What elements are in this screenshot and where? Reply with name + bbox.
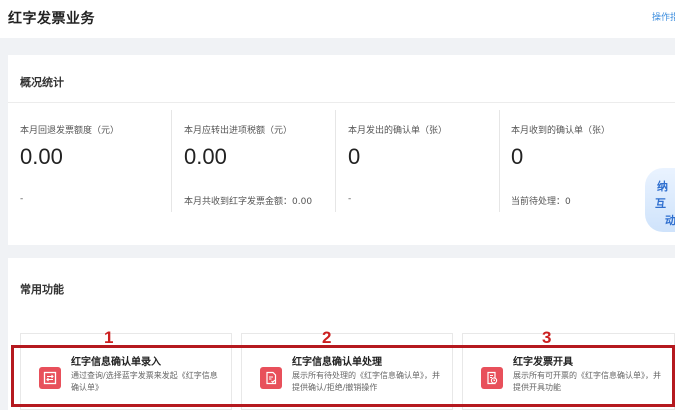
stat-value: 0.00 — [184, 144, 227, 169]
stat-returned-quota: 本月回退发票额度（元） 0.00 - — [20, 110, 170, 225]
annotation-highlight-frame — [11, 345, 675, 407]
stat-separator — [171, 110, 172, 212]
stat-label: 本月回退发票额度（元） — [20, 126, 120, 136]
stats-card: 概况统计 本月回退发票额度（元） 0.00 - 本月应转出进项税额（元） 0.0… — [8, 55, 675, 245]
stat-label: 本月收到的确认单（张） — [511, 126, 611, 136]
stat-label: 本月发出的确认单（张） — [348, 126, 448, 136]
functions-section-title: 常用功能 — [20, 283, 64, 296]
page-title: 红字发票业务 — [8, 11, 95, 27]
stat-sent-confirmations: 本月发出的确认单（张） 0 - — [348, 110, 498, 225]
stat-value: 0 — [511, 144, 524, 169]
stat-value: 0.00 — [20, 144, 63, 169]
stat-footer: - — [348, 194, 352, 204]
widget-text: 互 — [655, 197, 666, 210]
divider — [8, 102, 675, 103]
stat-input-tax-transfer: 本月应转出进项税额（元） 0.00 本月共收到红字发票金额：0.00 — [184, 110, 334, 225]
widget-text: 动 — [665, 214, 675, 227]
stat-label: 本月应转出进项税额（元） — [184, 126, 293, 136]
stat-footer: 本月共收到红字发票金额：0.00 — [184, 197, 313, 207]
stats-section-title: 概况统计 — [20, 76, 64, 89]
stat-footer: 当前待处理：0 — [511, 197, 571, 207]
stat-separator — [335, 110, 336, 212]
stat-received-confirmations: 本月收到的确认单（张） 0 当前待处理：0 — [511, 110, 661, 225]
stat-value: 0 — [348, 144, 361, 169]
stat-separator — [499, 110, 500, 212]
widget-text: 纳 — [657, 180, 668, 193]
stat-footer: - — [20, 194, 24, 204]
operation-guide-link[interactable]: 操作指 — [652, 10, 675, 23]
floating-assistant-widget[interactable]: 纳 互 动 — [645, 168, 675, 232]
page-header: 红字发票业务 操作指 — [0, 0, 675, 38]
